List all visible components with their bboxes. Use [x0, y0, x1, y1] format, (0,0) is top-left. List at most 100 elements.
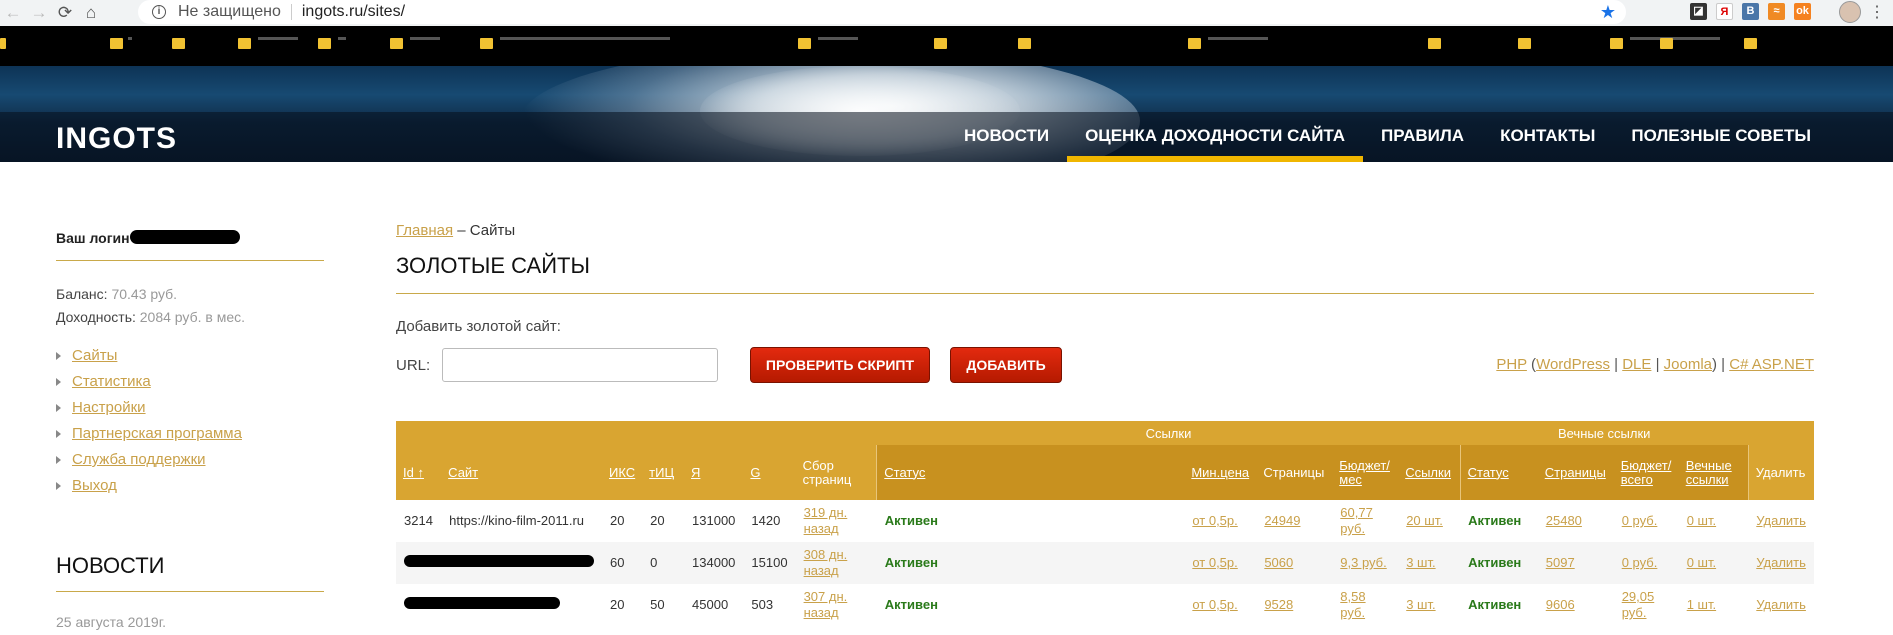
forward-icon[interactable]: →	[26, 2, 52, 24]
platform-aspnet-link[interactable]: C# ASP.NET	[1729, 356, 1814, 373]
address-bar[interactable]: i Не защищено ingots.ru/sites/ ★	[138, 0, 1626, 24]
sidebar-item-settings[interactable]: Настройки	[56, 395, 324, 421]
sidebar-item-logout[interactable]: Выход	[56, 473, 324, 499]
col-tic[interactable]: тИЦ	[642, 445, 685, 500]
platform-wordpress-link[interactable]: WordPress	[1536, 356, 1610, 373]
eternal-pages-link[interactable]: 5097	[1546, 555, 1575, 570]
col-iks-label[interactable]: ИКС	[609, 465, 635, 480]
bookmark-folder-icon[interactable]	[238, 38, 251, 49]
bookmark-folder-icon[interactable]	[1428, 38, 1441, 49]
bookmark-folder-icon[interactable]	[1660, 38, 1673, 49]
breadcrumb-home-link[interactable]: Главная	[396, 222, 453, 239]
eternal-links-link[interactable]: 0 шт.	[1687, 513, 1716, 528]
links-link[interactable]: 3 шт.	[1406, 555, 1435, 570]
bookmark-folder-icon[interactable]	[1188, 38, 1201, 49]
col-site[interactable]: Сайт	[441, 445, 602, 500]
eternal-budget-link[interactable]: 0 руб.	[1622, 555, 1658, 570]
col-status[interactable]: Статус	[876, 445, 1185, 500]
col-links[interactable]: Ссылки	[1398, 445, 1461, 500]
odnoklassniki-extension-icon[interactable]: ok	[1794, 3, 1811, 20]
col-iks[interactable]: ИКС	[602, 445, 643, 500]
col-eternal-status-label[interactable]: Статус	[1468, 465, 1509, 480]
bookmark-folder-icon[interactable]	[1018, 38, 1031, 49]
col-min-price-label[interactable]: Мин.цена	[1191, 465, 1249, 480]
col-eternal-pages[interactable]: Страницы	[1537, 445, 1614, 500]
sidebar-item-statistics[interactable]: Статистика	[56, 369, 324, 395]
links-link[interactable]: 3 шт.	[1406, 597, 1435, 612]
bookmark-folder-icon[interactable]	[1744, 38, 1757, 49]
col-g-label[interactable]: G	[750, 465, 760, 480]
eternal-pages-link[interactable]: 25480	[1546, 513, 1582, 528]
site-logo[interactable]: INGOTS	[56, 122, 177, 156]
sidebar-item-sites[interactable]: Сайты	[56, 343, 324, 369]
collect-link[interactable]: 319 дн. назад	[804, 505, 848, 536]
nav-rules[interactable]: ПРАВИЛА	[1363, 112, 1482, 162]
col-eternal-links-label[interactable]: Вечные ссылки	[1686, 458, 1732, 487]
col-eternal-budget-label[interactable]: Бюджет/ всего	[1621, 458, 1672, 487]
col-id-label[interactable]: Id ↑	[403, 465, 424, 480]
eternal-budget-link[interactable]: 29,05 руб.	[1622, 589, 1655, 620]
col-g[interactable]: G	[743, 445, 796, 500]
check-script-button[interactable]: ПРОВЕРИТЬ СКРИПТ	[750, 347, 930, 383]
col-eternal-pages-label[interactable]: Страницы	[1545, 465, 1606, 480]
bookmark-folder-icon[interactable]	[172, 38, 185, 49]
pages-link[interactable]: 5060	[1264, 555, 1293, 570]
col-tic-label[interactable]: тИЦ	[649, 465, 674, 480]
collect-link[interactable]: 307 дн. назад	[804, 589, 848, 620]
col-ya-label[interactable]: Я	[691, 465, 700, 480]
sidebar-item-support[interactable]: Служба поддержки	[56, 447, 324, 473]
col-ya[interactable]: Я	[684, 445, 744, 500]
col-budget-label[interactable]: Бюджет/ мес	[1339, 458, 1390, 487]
delete-link[interactable]: Удалить	[1756, 555, 1806, 570]
sidebar-link-support[interactable]: Служба поддержки	[72, 451, 206, 468]
nav-news[interactable]: НОВОСТИ	[946, 112, 1067, 162]
col-budget[interactable]: Бюджет/ мес	[1332, 445, 1399, 500]
col-status-label[interactable]: Статус	[884, 465, 925, 480]
profile-avatar[interactable]	[1839, 1, 1861, 23]
bookmark-folder-icon[interactable]	[318, 38, 331, 49]
add-site-button[interactable]: ДОБАВИТЬ	[950, 347, 1062, 383]
bookmark-folder-icon[interactable]	[798, 38, 811, 49]
bookmark-folder-icon[interactable]	[1518, 38, 1531, 49]
col-min-price[interactable]: Мин.цена	[1184, 445, 1257, 500]
eternal-budget-link[interactable]: 0 руб.	[1622, 513, 1658, 528]
bookmark-folder-icon[interactable]	[0, 38, 6, 49]
delete-link[interactable]: Удалить	[1756, 597, 1806, 612]
bookmark-folder-icon[interactable]	[1610, 38, 1623, 49]
url-input[interactable]	[442, 348, 718, 382]
links-link[interactable]: 20 шт.	[1406, 513, 1443, 528]
sidebar-link-partner[interactable]: Партнерская программа	[72, 425, 242, 442]
sidebar-link-statistics[interactable]: Статистика	[72, 373, 151, 390]
bookmark-star-icon[interactable]: ★	[1600, 2, 1616, 23]
min-price-link[interactable]: от 0,5р.	[1192, 597, 1237, 612]
platform-php-link[interactable]: PHP	[1496, 356, 1527, 373]
extension-icon[interactable]: ◪	[1690, 3, 1707, 20]
col-links-label[interactable]: Ссылки	[1405, 465, 1451, 480]
sidebar-item-partner[interactable]: Партнерская программа	[56, 421, 324, 447]
budget-link[interactable]: 8,58 руб.	[1340, 589, 1365, 620]
eternal-pages-link[interactable]: 9606	[1546, 597, 1575, 612]
min-price-link[interactable]: от 0,5р.	[1192, 513, 1237, 528]
eternal-links-link[interactable]: 1 шт.	[1687, 597, 1716, 612]
sidebar-link-sites[interactable]: Сайты	[72, 347, 117, 364]
back-icon[interactable]: ←	[0, 2, 26, 24]
yandex-extension-icon[interactable]: Я	[1716, 3, 1733, 20]
min-price-link[interactable]: от 0,5р.	[1192, 555, 1237, 570]
pages-link[interactable]: 24949	[1264, 513, 1300, 528]
nav-tips[interactable]: ПОЛЕЗНЫЕ СОВЕТЫ	[1613, 112, 1829, 162]
budget-link[interactable]: 9,3 руб.	[1340, 555, 1386, 570]
browser-menu-icon[interactable]: ⋮	[1869, 2, 1885, 22]
col-eternal-budget[interactable]: Бюджет/ всего	[1613, 445, 1679, 500]
nav-site-income[interactable]: ОЦЕНКА ДОХОДНОСТИ САЙТА	[1067, 112, 1364, 162]
sidebar-link-settings[interactable]: Настройки	[72, 399, 146, 416]
nav-contacts[interactable]: КОНТАКТЫ	[1482, 112, 1613, 162]
rss-extension-icon[interactable]: ≈	[1768, 3, 1785, 20]
budget-link[interactable]: 60,77 руб.	[1340, 505, 1373, 536]
bookmark-folder-icon[interactable]	[110, 38, 123, 49]
bookmark-folder-icon[interactable]	[390, 38, 403, 49]
col-eternal-links[interactable]: Вечные ссылки	[1678, 445, 1749, 500]
eternal-links-link[interactable]: 0 шт.	[1687, 555, 1716, 570]
delete-link[interactable]: Удалить	[1756, 513, 1806, 528]
bookmark-folder-icon[interactable]	[480, 38, 493, 49]
bookmark-folder-icon[interactable]	[934, 38, 947, 49]
